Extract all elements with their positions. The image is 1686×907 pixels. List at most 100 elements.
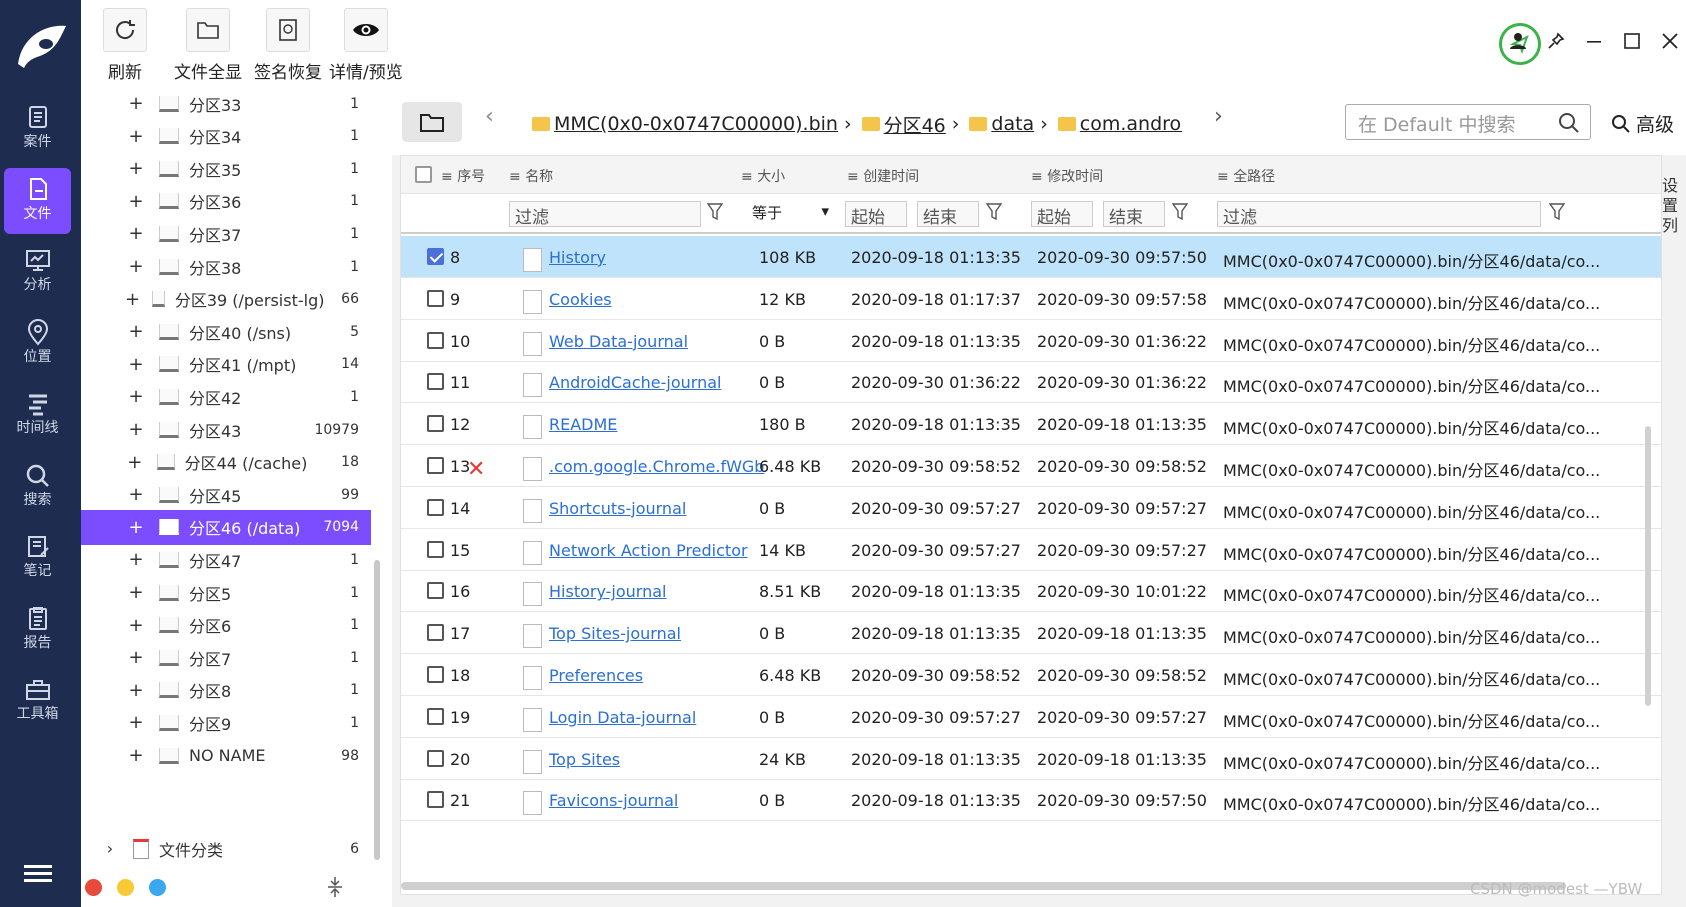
detail-preview-button[interactable]: 详情/预览	[329, 8, 403, 83]
expand-icon[interactable]: +	[125, 191, 147, 212]
filter-icon[interactable]	[1549, 203, 1565, 221]
table-horizontal-scrollbar[interactable]	[401, 882, 1566, 890]
nav-item-toolbox[interactable]: 工具箱	[4, 668, 71, 734]
table-row[interactable]: 20 Top Sites 24 KB 2020-09-18 01:13:35 2020-…	[401, 738, 1661, 780]
expand-icon[interactable]: +	[125, 615, 147, 636]
table-row[interactable]: 8 History 108 KB 2020-09-18 01:13:35 2020-09…	[401, 236, 1661, 278]
expand-icon[interactable]: +	[125, 582, 147, 603]
tree-item[interactable]: + 分区6 1	[81, 608, 371, 643]
table-row[interactable]: 9 Cookies 12 KB 2020-09-18 01:17:37 2020-09-…	[401, 278, 1661, 320]
tree-item[interactable]: + 分区46 (/data) 7094	[81, 509, 371, 545]
col-modified[interactable]: ≡ 修改时间	[1031, 166, 1103, 186]
nav-item-report[interactable]: 报告	[4, 597, 71, 663]
nav-item-search[interactable]: 搜索	[4, 454, 71, 520]
search-icon[interactable]	[1558, 112, 1580, 134]
col-name[interactable]: ≡ 名称	[509, 166, 553, 186]
tree-item[interactable]: + 分区5 1	[81, 575, 371, 610]
expand-icon[interactable]: +	[125, 354, 147, 375]
expand-icon[interactable]: +	[125, 452, 145, 473]
minimize-button[interactable]	[1581, 28, 1607, 54]
table-vertical-scrollbar[interactable]	[1645, 426, 1651, 706]
table-row[interactable]: 17 Top Sites-journal 0 B 2020-09-18 01:13:3…	[401, 612, 1661, 655]
expand-icon[interactable]: +	[125, 223, 147, 244]
tree-item[interactable]: + 分区33 1	[81, 86, 371, 121]
nav-item-timeline[interactable]: 时间线	[4, 382, 71, 448]
nav-item-notes[interactable]: 笔记	[4, 525, 71, 591]
tree-item[interactable]: + 分区44 (/cache) 18	[81, 445, 371, 480]
folder-view-button[interactable]	[402, 102, 462, 142]
col-created[interactable]: ≡ 创建时间	[847, 166, 919, 186]
expand-icon[interactable]: +	[125, 93, 147, 114]
tree-item[interactable]: + 分区38 1	[81, 249, 371, 284]
chevron-right-icon[interactable]: ›	[99, 839, 121, 858]
tree-item[interactable]: + 分区8 1	[81, 673, 371, 708]
signature-restore-button[interactable]: 签名恢复	[254, 8, 322, 83]
table-row[interactable]: 21 Favicons-journal 0 B 2020-09-18 01:13:35…	[401, 779, 1661, 822]
show-all-button[interactable]: 文件全显	[174, 8, 242, 83]
collapse-icon[interactable]	[326, 875, 344, 899]
column-settings-tab[interactable]: 设置列	[1660, 176, 1680, 236]
tree-item[interactable]: + 分区35 1	[81, 151, 371, 186]
nav-item-file[interactable]: 文件	[4, 167, 71, 234]
table-row[interactable]: 16 History-journal 8.51 KB 2020-09-18 01:13…	[401, 570, 1661, 613]
expand-icon[interactable]: +	[125, 256, 147, 277]
modified-start-input[interactable]: 起始	[1031, 201, 1093, 228]
file-name-link[interactable]: Preferences	[549, 666, 643, 685]
expand-icon[interactable]: +	[125, 517, 147, 538]
row-checkbox[interactable]	[427, 331, 444, 349]
file-name-link[interactable]: Favicons-journal	[549, 791, 678, 810]
row-checkbox[interactable]	[427, 624, 444, 642]
row-checkbox[interactable]	[427, 749, 444, 767]
close-button[interactable]	[1657, 28, 1683, 54]
modified-end-input[interactable]: 结束	[1103, 201, 1165, 228]
file-name-link[interactable]: README	[549, 415, 617, 434]
row-checkbox[interactable]	[427, 415, 444, 433]
expand-icon[interactable]: +	[125, 647, 147, 668]
created-end-input[interactable]: 结束	[917, 201, 979, 228]
expand-icon[interactable]: +	[125, 126, 147, 147]
row-checkbox[interactable]	[427, 248, 444, 265]
expand-icon[interactable]: +	[125, 289, 140, 310]
file-name-link[interactable]: Network Action Predictor	[549, 541, 748, 560]
blue-dot-icon[interactable]	[149, 879, 166, 896]
table-row[interactable]: 15 Network Action Predictor 14 KB 2020-09-3…	[401, 529, 1661, 571]
nav-item-analysis[interactable]: 分析	[4, 239, 71, 305]
expand-icon[interactable]: +	[125, 419, 147, 440]
search-input[interactable]: 在 Default 中搜索	[1345, 104, 1591, 140]
col-index[interactable]: ≡ 序号	[441, 166, 485, 186]
row-checkbox[interactable]	[427, 457, 444, 474]
size-operator-select[interactable]: 等于 ▾	[747, 201, 833, 227]
tree-item[interactable]: + 分区36 1	[81, 184, 371, 219]
row-checkbox[interactable]	[427, 540, 444, 558]
expand-icon[interactable]: +	[125, 745, 147, 766]
table-row[interactable]: 13 .com.google.Chrome.fWGb 6.48 KB 2020-09-…	[401, 445, 1661, 487]
table-row[interactable]: 12 README 180 B 2020-09-18 01:13:35 2020-09-…	[401, 403, 1661, 446]
file-name-link[interactable]: History-journal	[549, 582, 666, 601]
file-name-link[interactable]: Cookies	[549, 290, 612, 309]
tree-item[interactable]: + 分区9 1	[81, 705, 371, 740]
pin-button[interactable]	[1543, 28, 1569, 54]
row-checkbox[interactable]	[427, 791, 444, 809]
row-checkbox[interactable]	[427, 582, 444, 600]
forward-icon[interactable]: ›	[1214, 104, 1223, 129]
expand-icon[interactable]: +	[125, 386, 147, 407]
tree-item[interactable]: + 分区40 (/sns) 5	[81, 314, 371, 349]
row-checkbox[interactable]	[427, 707, 444, 725]
tree-item[interactable]: + 分区42 1	[81, 379, 371, 414]
table-row[interactable]: 19 Login Data-journal 0 B 2020-09-30 09:57:…	[401, 696, 1661, 738]
breadcrumb-item[interactable]: MMC(0x0-0x0747C00000).bin ›	[532, 113, 858, 135]
expand-icon[interactable]: +	[125, 321, 147, 342]
file-name-link[interactable]: Shortcuts-journal	[549, 499, 686, 518]
expand-icon[interactable]: +	[125, 712, 147, 733]
expand-icon[interactable]: +	[125, 680, 147, 701]
file-name-link[interactable]: Top Sites	[549, 750, 620, 769]
select-all-checkbox[interactable]	[415, 166, 432, 183]
row-checkbox[interactable]	[427, 373, 444, 391]
maximize-button[interactable]	[1619, 28, 1645, 54]
tree-item[interactable]: + 分区41 (/mpt) 14	[81, 347, 371, 382]
col-path[interactable]: ≡ 全路径	[1217, 166, 1275, 186]
filter-icon[interactable]	[1172, 203, 1188, 221]
refresh-button[interactable]: 刷新	[103, 8, 147, 83]
col-size[interactable]: ≡ 大小	[741, 166, 785, 186]
red-dot-icon[interactable]	[85, 879, 102, 896]
